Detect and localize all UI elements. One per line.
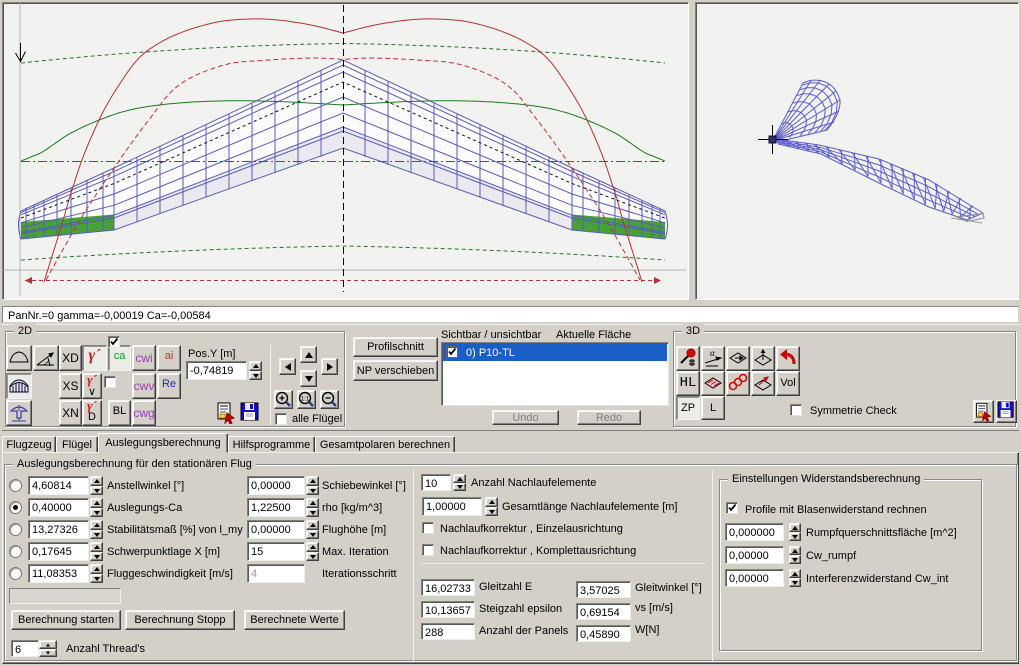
svg-text:1:1: 1:1 (301, 397, 310, 403)
svg-text:α: α (710, 348, 715, 358)
